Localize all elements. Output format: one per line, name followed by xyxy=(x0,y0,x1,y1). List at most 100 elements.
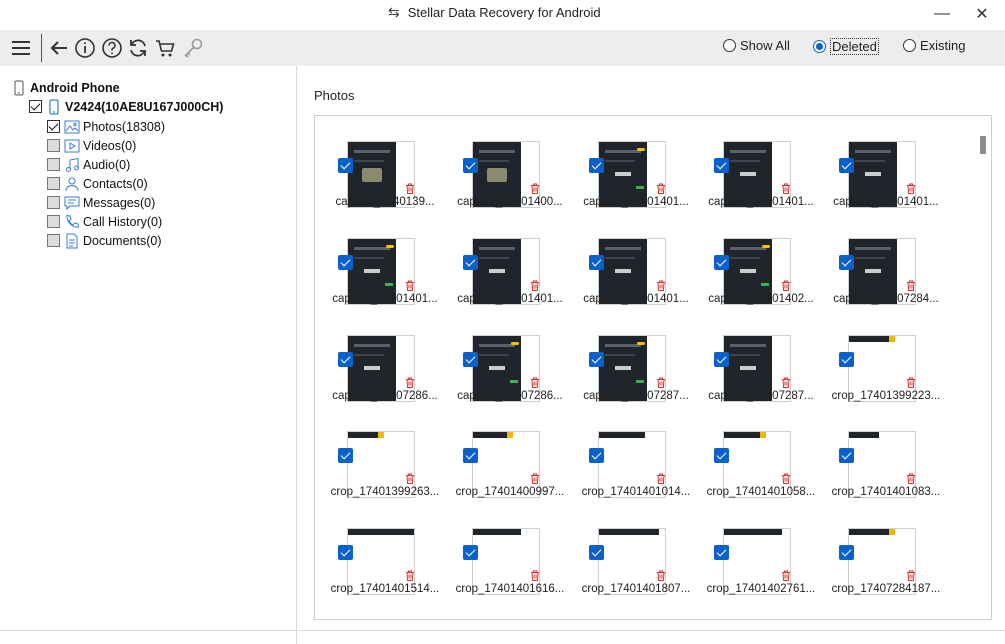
photo-tile[interactable]: crop_17401401514... xyxy=(325,522,445,612)
device-label: V2424(10AE8U167J000CH) xyxy=(65,99,224,114)
photo-filename: crop_17401399263... xyxy=(330,486,440,498)
photo-select-checkbox[interactable] xyxy=(338,352,353,367)
scroll-thumb[interactable] xyxy=(980,136,986,154)
photo-tile[interactable]: crop_17401401807... xyxy=(576,522,696,612)
back-icon[interactable] xyxy=(46,35,72,61)
vertical-scrollbar[interactable] xyxy=(975,116,991,619)
photo-select-checkbox[interactable] xyxy=(839,255,854,270)
photo-select-checkbox[interactable] xyxy=(589,545,604,560)
tree-root[interactable]: Android Phone xyxy=(10,79,120,96)
photo-filename: crop_17401401616... xyxy=(455,583,565,595)
call-history-checkbox[interactable] xyxy=(47,215,60,228)
photo-tile[interactable]: capture_17401401... xyxy=(325,232,445,322)
photo-select-checkbox[interactable] xyxy=(338,158,353,173)
photo-select-checkbox[interactable] xyxy=(714,158,729,173)
tree-item-call-history[interactable]: Call History(0) xyxy=(47,213,162,230)
tree-item-videos[interactable]: Videos(0) xyxy=(47,137,136,154)
cart-icon[interactable] xyxy=(152,35,178,61)
photo-select-checkbox[interactable] xyxy=(839,545,854,560)
photo-tile[interactable]: crop_17401400997... xyxy=(450,425,570,515)
filter-deleted[interactable]: Deleted xyxy=(813,38,879,55)
filter-show-all[interactable]: Show All xyxy=(723,38,790,53)
window-title-text: Stellar Data Recovery for Android xyxy=(407,5,601,20)
photo-filename: capture_17401400... xyxy=(457,196,563,208)
photo-tile[interactable]: crop_17401401058... xyxy=(701,425,821,515)
tree-item-photos[interactable]: Photos(18308) xyxy=(47,118,165,135)
photo-tile[interactable]: crop_17401402761... xyxy=(701,522,821,612)
photo-select-checkbox[interactable] xyxy=(839,158,854,173)
deleted-trash-icon xyxy=(404,376,416,388)
photo-tile[interactable]: crop_17401401616... xyxy=(450,522,570,612)
photo-tile[interactable]: crop_17407284187... xyxy=(826,522,946,612)
device-checkbox[interactable] xyxy=(29,100,42,113)
photo-tile[interactable]: capture_1740139... xyxy=(325,135,445,225)
photo-tile[interactable]: capture_17401401... xyxy=(450,232,570,322)
existing-radio[interactable] xyxy=(903,39,916,52)
photo-select-checkbox[interactable] xyxy=(463,158,478,173)
deleted-radio[interactable] xyxy=(813,40,826,53)
audio-checkbox[interactable] xyxy=(47,158,60,171)
tree-item-contacts[interactable]: Contacts(0) xyxy=(47,175,148,192)
photo-select-checkbox[interactable] xyxy=(839,448,854,463)
photo-select-checkbox[interactable] xyxy=(714,448,729,463)
photo-tile[interactable]: capture_17407287... xyxy=(701,329,821,419)
tree-device[interactable]: V2424(10AE8U167J000CH) xyxy=(29,98,223,115)
photo-select-checkbox[interactable] xyxy=(338,255,353,270)
photo-tile[interactable]: crop_17401399263... xyxy=(325,425,445,515)
messages-checkbox[interactable] xyxy=(47,196,60,209)
photo-tile[interactable]: capture_17401401... xyxy=(701,135,821,225)
photo-select-checkbox[interactable] xyxy=(589,158,604,173)
deleted-trash-icon xyxy=(529,279,541,291)
photo-select-checkbox[interactable] xyxy=(589,352,604,367)
key-icon[interactable] xyxy=(180,35,206,61)
photo-select-checkbox[interactable] xyxy=(463,352,478,367)
help-icon[interactable] xyxy=(99,35,125,61)
photo-select-checkbox[interactable] xyxy=(714,352,729,367)
photo-tile[interactable]: crop_17401399223... xyxy=(826,329,946,419)
show-all-radio[interactable] xyxy=(723,39,736,52)
title-bar: ⇆ Stellar Data Recovery for Android — ✕ xyxy=(0,0,1005,30)
photo-select-checkbox[interactable] xyxy=(589,255,604,270)
phone-icon xyxy=(10,79,27,96)
photo-tile[interactable]: capture_17401401... xyxy=(826,135,946,225)
refresh-icon[interactable] xyxy=(125,35,151,61)
tree-item-audio[interactable]: Audio(0) xyxy=(47,156,130,173)
deleted-trash-icon xyxy=(404,569,416,581)
show-all-label: Show All xyxy=(740,38,790,53)
photo-tile[interactable]: capture_17401402... xyxy=(701,232,821,322)
photo-select-checkbox[interactable] xyxy=(463,545,478,560)
documents-checkbox[interactable] xyxy=(47,234,60,247)
window-title: ⇆ Stellar Data Recovery for Android xyxy=(388,4,601,21)
contacts-checkbox[interactable] xyxy=(47,177,60,190)
photo-select-checkbox[interactable] xyxy=(338,448,353,463)
photo-tile[interactable]: crop_17401401083... xyxy=(826,425,946,515)
photo-tile[interactable]: crop_17401401014... xyxy=(576,425,696,515)
photo-filename: crop_17401401014... xyxy=(581,486,691,498)
photo-select-checkbox[interactable] xyxy=(463,448,478,463)
photo-grid[interactable]: capture_1740139... capture_17401400... cap… xyxy=(314,115,992,620)
info-icon[interactable] xyxy=(72,35,98,61)
deleted-trash-icon xyxy=(905,569,917,581)
filter-existing[interactable]: Existing xyxy=(903,38,966,53)
videos-checkbox[interactable] xyxy=(47,139,60,152)
photo-tile[interactable]: capture_17401401... xyxy=(576,135,696,225)
photo-select-checkbox[interactable] xyxy=(839,352,854,367)
photo-tile[interactable]: capture_17407284... xyxy=(826,232,946,322)
photo-select-checkbox[interactable] xyxy=(338,545,353,560)
photo-tile[interactable]: capture_17407287... xyxy=(576,329,696,419)
photo-tile[interactable]: capture_17407286... xyxy=(325,329,445,419)
photo-tile[interactable]: capture_17407286... xyxy=(450,329,570,419)
photo-select-checkbox[interactable] xyxy=(714,255,729,270)
photo-select-checkbox[interactable] xyxy=(589,448,604,463)
close-button[interactable]: ✕ xyxy=(968,3,996,25)
photo-select-checkbox[interactable] xyxy=(463,255,478,270)
photo-tile[interactable]: capture_17401400... xyxy=(450,135,570,225)
app-back-arrow-icon: ⇆ xyxy=(388,4,400,20)
tree-item-documents[interactable]: Documents(0) xyxy=(47,232,162,249)
menu-icon[interactable] xyxy=(8,35,34,61)
photo-tile[interactable]: capture_17401401... xyxy=(576,232,696,322)
minimize-button[interactable]: — xyxy=(928,3,956,25)
photos-checkbox[interactable] xyxy=(47,120,60,133)
tree-item-messages[interactable]: Messages(0) xyxy=(47,194,155,211)
photo-select-checkbox[interactable] xyxy=(714,545,729,560)
